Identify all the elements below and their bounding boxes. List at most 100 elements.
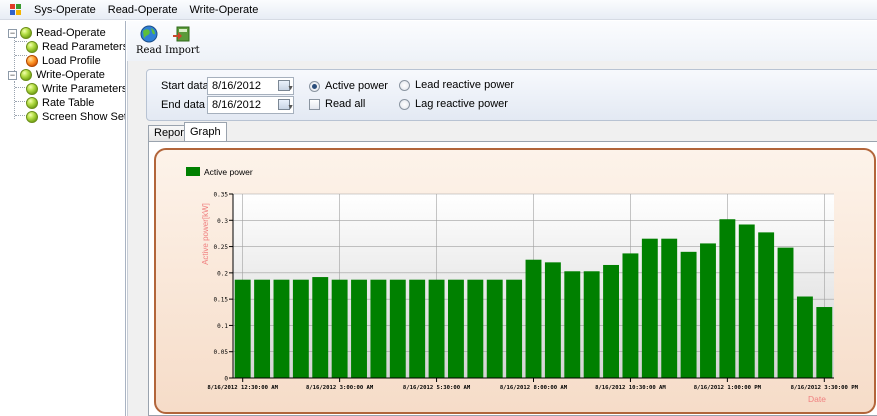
- y-tick-label: 0.05: [214, 349, 229, 356]
- active-power-label: Active power: [325, 80, 388, 92]
- bar: [661, 238, 678, 378]
- tree-node-write-operate[interactable]: − Write-Operate: [8, 68, 105, 82]
- bar: [700, 243, 716, 378]
- bar: [777, 247, 794, 378]
- bar: [448, 279, 464, 378]
- bar: [428, 279, 445, 378]
- bar: [758, 232, 775, 378]
- legend-swatch: [186, 167, 200, 176]
- start-date-picker[interactable]: 8/16/2012 ▼: [207, 77, 294, 95]
- bar: [680, 251, 697, 378]
- bar: [331, 279, 348, 378]
- lead-reactive-power-label: Lead reactive power: [415, 79, 515, 91]
- active-power-chart: 0 0.05 0.1 0.15 0.2 0.25 0.3 0.35 8/16/2012 12:3…: [186, 167, 859, 404]
- menu-write-operate[interactable]: Write-Operate: [183, 0, 264, 20]
- content-area: Start data 8/16/2012 ▼ End data 8/16/201…: [127, 61, 877, 416]
- collapse-icon[interactable]: −: [8, 28, 17, 38]
- filter-panel: Start data 8/16/2012 ▼ End data 8/16/201…: [146, 69, 877, 121]
- bar: [816, 307, 833, 378]
- bar: [544, 262, 561, 378]
- start-date-label: Start data: [161, 80, 209, 92]
- bar: [506, 279, 523, 378]
- lag-reactive-power-label: Lag reactive power: [415, 98, 508, 110]
- bar: [603, 264, 619, 378]
- menu-sys-operate[interactable]: Sys-Operate: [28, 0, 102, 20]
- read-button-label: Read: [136, 45, 162, 56]
- bar: [641, 238, 658, 378]
- bar: [273, 279, 290, 378]
- chevron-down-icon[interactable]: ▼: [287, 81, 294, 97]
- tree-node-read-operate[interactable]: − Read-Operate: [8, 26, 106, 40]
- bar: [583, 271, 600, 378]
- bar: [312, 277, 329, 378]
- import-button-label: Import: [165, 45, 200, 56]
- bar: [370, 279, 387, 378]
- lead-reactive-power-radio[interactable]: [399, 80, 410, 91]
- x-axis-title: Date: [808, 394, 826, 404]
- bar: [486, 279, 503, 378]
- bar: [351, 279, 367, 378]
- x-tick-label: 8/16/2012 10:30:00 AM: [595, 385, 666, 391]
- y-tick-label: 0: [224, 376, 228, 383]
- lag-reactive-power-radio[interactable]: [399, 99, 410, 110]
- green-ball-icon: [26, 111, 38, 123]
- x-tick-label: 8/16/2012 3:30:00 PM: [791, 385, 859, 391]
- y-tick-label: 0.1: [217, 323, 228, 330]
- x-tick-label: 8/16/2012 5:30:00 AM: [403, 385, 471, 391]
- import-icon: [173, 26, 190, 42]
- x-tick-label: 8/16/2012 8:00:00 AM: [500, 385, 568, 391]
- import-button[interactable]: Import: [165, 24, 200, 56]
- green-ball-icon: [20, 27, 32, 39]
- chart-panel: 0 0.05 0.1 0.15 0.2 0.25 0.3 0.35 8/16/2012 12:3…: [154, 148, 876, 414]
- bar: [467, 279, 484, 378]
- tree-label: Write-Operate: [36, 69, 105, 81]
- bar: [738, 224, 755, 378]
- green-ball-icon: [26, 83, 38, 95]
- x-tick-label: 8/16/2012 3:00:00 AM: [306, 385, 374, 391]
- graph-tab-page: 0 0.05 0.1 0.15 0.2 0.25 0.3 0.35 8/16/2012 12:3…: [148, 141, 877, 416]
- toolbar: Read Import: [127, 21, 877, 61]
- green-ball-icon: [26, 41, 38, 53]
- end-date-label: End data: [161, 99, 206, 111]
- tree-label: Read-Operate: [36, 27, 106, 39]
- end-date-picker[interactable]: 8/16/2012 ▼: [207, 96, 294, 114]
- menu-read-operate[interactable]: Read-Operate: [102, 0, 184, 20]
- x-tick-label: 8/16/2012 1:00:00 PM: [694, 385, 762, 391]
- read-all-checkbox[interactable]: [309, 99, 320, 110]
- green-ball-icon: [26, 97, 38, 109]
- orange-ball-icon: [26, 55, 38, 67]
- collapse-icon[interactable]: −: [8, 70, 17, 80]
- tree-node-rate-table[interactable]: Rate Table: [26, 96, 94, 110]
- active-power-radio[interactable]: [309, 81, 320, 92]
- bar: [254, 279, 271, 378]
- bar: [564, 271, 581, 378]
- menu-bar: Sys-Operate Read-Operate Write-Operate: [0, 0, 877, 20]
- bar: [389, 279, 406, 378]
- bar: [234, 279, 251, 378]
- tree-node-write-parameters[interactable]: Write Parameters: [26, 82, 126, 96]
- bar: [796, 296, 813, 378]
- y-tick-label: 0.2: [217, 270, 228, 277]
- green-ball-icon: [20, 69, 32, 81]
- y-tick-label: 0.35: [214, 192, 229, 199]
- app-icon: [10, 3, 22, 16]
- app-window: Sys-Operate Read-Operate Write-Operate −…: [0, 0, 877, 416]
- tab-graph[interactable]: Graph: [184, 122, 227, 142]
- globe-icon: [140, 25, 158, 43]
- tree-node-read-parameters[interactable]: Read Parameters: [26, 40, 126, 54]
- tree-node-screen-show-set[interactable]: Screen Show Set: [26, 110, 126, 124]
- tree-node-load-profile[interactable]: Load Profile: [26, 54, 101, 68]
- tree-label: Read Parameters: [42, 41, 126, 53]
- navigation-tree: − Read-Operate Read Parameters Load Prof…: [0, 21, 126, 416]
- bar: [525, 259, 542, 378]
- y-tick-label: 0.3: [217, 218, 228, 225]
- tree-label: Write Parameters: [42, 83, 126, 95]
- chevron-down-icon[interactable]: ▼: [287, 100, 294, 116]
- tree-label: Screen Show Set: [42, 111, 126, 123]
- bar: [719, 219, 736, 378]
- tree-label: Load Profile: [42, 55, 101, 67]
- start-date-value: 8/16/2012: [212, 80, 261, 92]
- end-date-value: 8/16/2012: [212, 99, 261, 111]
- bar: [409, 279, 426, 378]
- read-button[interactable]: Read: [136, 24, 162, 56]
